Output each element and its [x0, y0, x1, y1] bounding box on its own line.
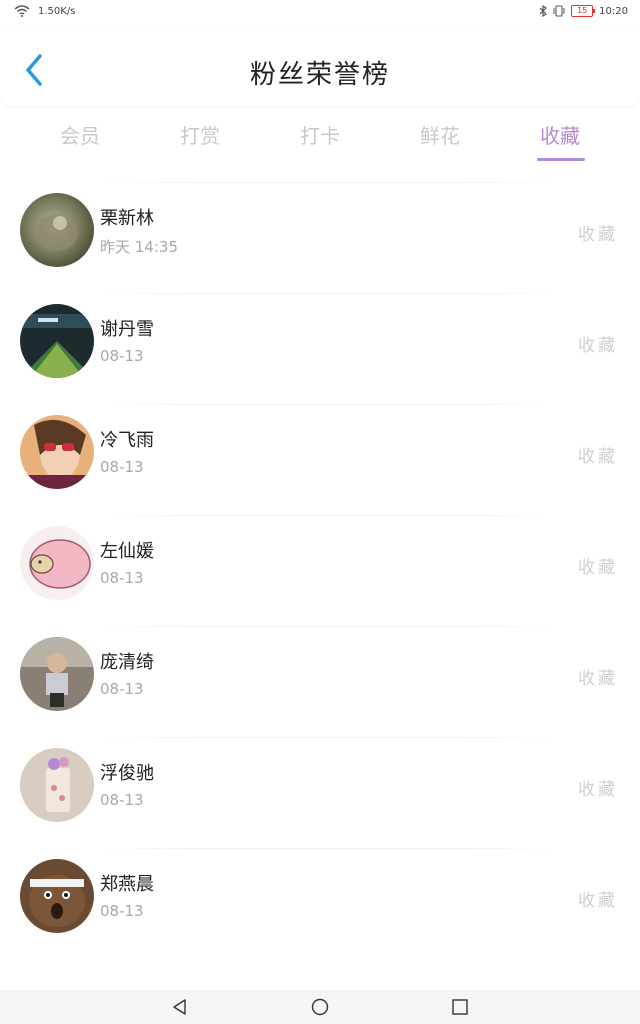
tab-bar: 会员 打赏 打卡 鲜花 收藏 [0, 110, 640, 166]
favorite-label: 收藏 [578, 225, 618, 245]
square-recents-icon [452, 999, 468, 1015]
tab-favorites[interactable]: 收藏 [510, 120, 610, 149]
fan-time: 08-13 [100, 347, 144, 365]
favorite-label: 收藏 [578, 891, 618, 911]
divider [100, 848, 560, 849]
divider [100, 737, 560, 738]
wifi-icon [14, 5, 30, 17]
list-item[interactable]: 庞清绮 08-13 收藏 [0, 618, 640, 729]
nav-back-button[interactable] [170, 997, 190, 1017]
list-item[interactable]: 栗新林 昨天 14:35 收藏 [0, 174, 640, 285]
fan-name: 栗新林 [100, 208, 154, 229]
bluetooth-icon [539, 5, 548, 17]
tab-member[interactable]: 会员 [30, 120, 130, 149]
fan-name: 庞清绮 [100, 652, 154, 673]
fan-name: 左仙媛 [100, 541, 154, 562]
fan-name: 浮俊驰 [100, 763, 154, 784]
list-item[interactable]: 左仙媛 08-13 收藏 [0, 507, 640, 618]
vibrate-icon [553, 5, 565, 17]
clock: 10:20 [599, 5, 628, 17]
fan-list: 栗新林 昨天 14:35 收藏 谢丹雪 08-13 收藏 冷飞雨 08-13 收… [0, 174, 640, 951]
divider [100, 404, 560, 405]
header: 粉丝荣誉榜 [0, 26, 640, 106]
fan-time: 08-13 [100, 458, 144, 476]
fan-time: 08-13 [100, 902, 144, 920]
fan-time: 08-13 [100, 791, 144, 809]
favorite-label: 收藏 [578, 558, 618, 578]
nav-home-button[interactable] [310, 997, 330, 1017]
divider [100, 182, 560, 183]
list-item[interactable]: 郑燕晨 08-13 收藏 [0, 840, 640, 951]
favorite-label: 收藏 [578, 447, 618, 467]
nav-recents-button[interactable] [450, 997, 470, 1017]
circle-home-icon [311, 998, 329, 1016]
fan-name: 冷飞雨 [100, 430, 154, 451]
list-item[interactable]: 浮俊驰 08-13 收藏 [0, 729, 640, 840]
list-item[interactable]: 谢丹雪 08-13 收藏 [0, 285, 640, 396]
screen: 1.50K/s 15 10:20 粉丝荣誉榜 会员 打赏 打卡 鲜花 收藏 栗新… [0, 0, 640, 1024]
tab-flowers[interactable]: 鲜花 [390, 120, 490, 149]
status-bar: 1.50K/s 15 10:20 [0, 0, 640, 26]
tab-checkin[interactable]: 打卡 [270, 120, 370, 149]
net-speed: 1.50K/s [38, 5, 76, 17]
fan-time: 昨天 14:35 [100, 238, 178, 256]
fan-time: 08-13 [100, 680, 144, 698]
avatar [20, 304, 94, 378]
tab-reward[interactable]: 打赏 [150, 120, 250, 149]
tab-active-indicator [537, 158, 585, 161]
page-title: 粉丝荣誉榜 [249, 60, 390, 90]
fan-time: 08-13 [100, 569, 144, 587]
avatar [20, 859, 94, 933]
status-left: 1.50K/s [14, 5, 75, 17]
avatar [20, 637, 94, 711]
battery-icon: 15 [571, 5, 596, 17]
divider [100, 626, 560, 627]
avatar [20, 415, 94, 489]
system-nav-bar [0, 990, 640, 1024]
fan-name: 郑燕晨 [100, 874, 154, 895]
avatar [20, 748, 94, 822]
favorite-label: 收藏 [578, 669, 618, 689]
avatar [20, 193, 94, 267]
favorite-label: 收藏 [578, 780, 618, 800]
fan-name: 谢丹雪 [100, 319, 154, 340]
triangle-back-icon [173, 999, 186, 1015]
list-item[interactable]: 冷飞雨 08-13 收藏 [0, 396, 640, 507]
status-right: 15 10:20 [539, 5, 628, 17]
divider [100, 515, 560, 516]
divider [100, 293, 560, 294]
avatar [20, 526, 94, 600]
favorite-label: 收藏 [578, 336, 618, 356]
